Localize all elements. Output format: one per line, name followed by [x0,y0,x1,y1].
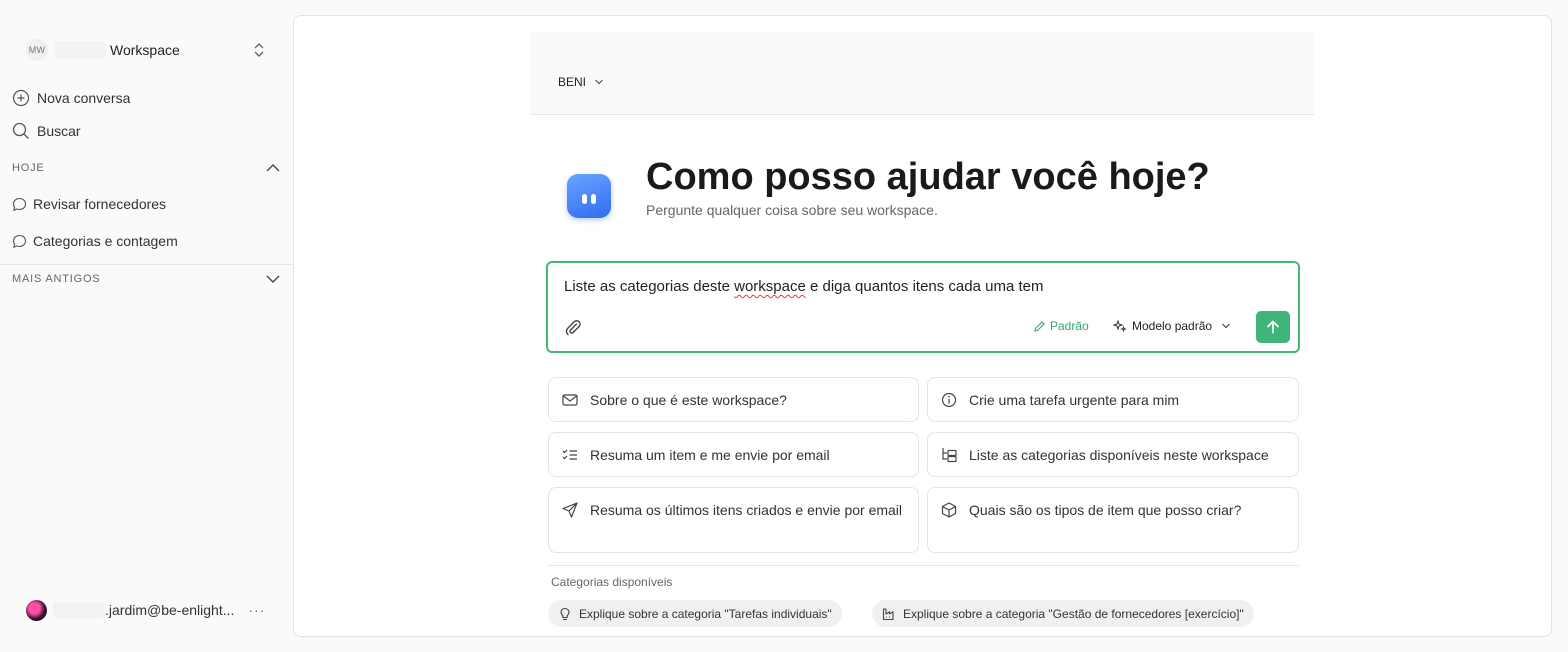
chat-bubble-icon [12,234,27,248]
chevron-down-icon [266,275,280,283]
suggestion-card[interactable]: Resuma um item e me envie por email [548,432,919,477]
section-older-toggle[interactable]: MAIS ANTIGOS [12,273,280,285]
info-icon [941,392,957,408]
pencil-icon [1034,320,1045,332]
agent-name: BENI [558,75,587,89]
category-chip[interactable]: Explique sobre a categoria "Gestão de fo… [872,600,1254,627]
workspace-switcher[interactable]: MW Workspace [26,36,276,64]
folder-tree-icon [942,448,957,463]
new-chat-button[interactable]: Nova conversa [12,88,130,108]
factory-icon [882,607,894,620]
suggestion-card[interactable]: Quais são os tipos de item que posso cri… [927,487,1299,553]
section-older-label: MAIS ANTIGOS [12,273,101,285]
suggestion-card[interactable]: Crie uma tarefa urgente para mim [927,377,1299,422]
mode-button[interactable]: Padrão [1033,319,1089,333]
chat-bubble-icon [12,197,27,211]
spellcheck-word: workspace [734,278,806,295]
suggestion-text: Resuma os últimos itens criados e envie … [590,502,903,518]
search-button[interactable]: Buscar [12,121,81,141]
paperclip-icon[interactable] [564,318,582,336]
new-chat-label: Nova conversa [37,90,131,106]
chevron-up-down-icon [254,43,264,57]
plus-circle-icon [12,89,30,107]
chat-panel: BENI Como posso ajudar você hoje? Pergun… [293,15,1552,637]
search-icon [12,122,29,139]
conversation-title: Revisar fornecedores [33,196,167,212]
message-composer[interactable]: Liste as categorias deste workspace e di… [546,261,1300,353]
message-text: Liste as categorias deste [564,278,735,295]
conversation-title: Categorias e contagem [33,233,178,249]
sparkles-icon [1113,319,1127,333]
workspace-name: Workspace [110,42,180,58]
send-icon [562,502,578,518]
chat-header: BENI [531,32,1315,115]
lightbulb-icon [560,607,570,620]
suggestion-text: Crie uma tarefa urgente para mim [969,392,1180,408]
message-input[interactable]: Liste as categorias deste workspace e di… [564,278,1043,295]
chevron-up-icon [266,164,280,172]
agent-selector[interactable]: BENI [558,75,604,89]
suggestion-text: Liste as categorias disponíveis neste wo… [969,447,1269,463]
page-subtitle: Pergunte qualquer coisa sobre seu worksp… [646,202,938,218]
divider [0,264,293,265]
chevron-down-icon [1222,323,1230,329]
conversation-item[interactable]: Categorias e contagem [12,231,178,251]
send-button[interactable] [1256,311,1290,343]
mail-icon [562,394,578,406]
avatar [26,599,47,621]
model-selector[interactable]: Modelo padrão [1113,319,1231,333]
user-name-redacted [53,602,105,618]
conversation-item[interactable]: Revisar fornecedores [12,194,166,214]
more-options-icon[interactable]: ··· [248,602,265,618]
logo-eye [591,194,596,204]
page-title: Como posso ajudar você hoje? [646,156,1210,198]
divider [547,565,1299,566]
chevron-down-icon [595,79,603,85]
model-label: Modelo padrão [1132,319,1213,333]
mode-label: Padrão [1050,319,1089,333]
suggestion-text: Quais são os tipos de item que posso cri… [969,502,1242,518]
checklist-icon [562,449,577,460]
section-today-label: HOJE [12,162,45,174]
section-today-toggle[interactable]: HOJE [12,162,280,174]
sidebar: MW Workspace Nova conversa Buscar HOJE R… [0,0,293,652]
logo-eye [582,194,587,204]
arrow-up-icon [1267,320,1279,334]
suggestion-card[interactable]: Resuma os últimos itens criados e envie … [548,487,919,553]
category-chip[interactable]: Explique sobre a categoria "Tarefas indi… [548,600,842,627]
message-text: e diga quantos itens cada uma tem [805,278,1044,295]
suggestion-card[interactable]: Liste as categorias disponíveis neste wo… [927,432,1299,477]
suggestion-card[interactable]: Sobre o que é este workspace? [548,377,919,422]
workspace-avatar: MW [26,39,48,61]
box-icon [941,502,957,518]
suggestion-text: Sobre o que é este workspace? [590,392,787,408]
suggestion-text: Resuma um item e me envie por email [590,447,830,463]
user-email: .jardim@be-enlight... [105,602,235,618]
chip-text: Explique sobre a categoria "Tarefas indi… [579,606,832,621]
user-menu[interactable]: .jardim@be-enlight... ··· [26,598,276,622]
workspace-name-redacted [54,41,106,59]
search-label: Buscar [37,123,81,139]
assistant-logo [567,174,611,218]
chip-text: Explique sobre a categoria "Gestão de fo… [903,606,1244,621]
categories-label: Categorias disponíveis [551,575,673,589]
